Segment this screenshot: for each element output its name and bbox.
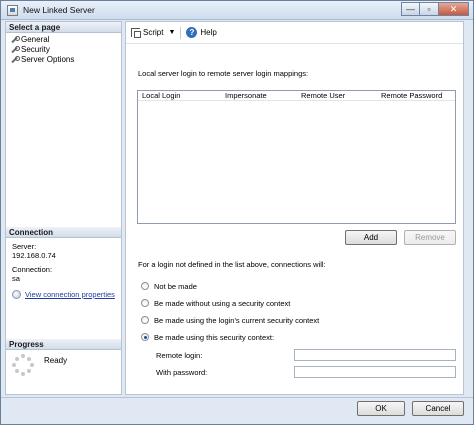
column-header-impersonate[interactable]: Impersonate [221, 91, 297, 100]
wrench-icon [11, 35, 20, 43]
option-label: Not be made [154, 281, 197, 291]
grid-header: Local Login Impersonate Remote User Remo… [138, 91, 455, 101]
radio-button[interactable] [141, 299, 149, 307]
page-list: General Security Server Options [6, 33, 121, 64]
page-item-label: General [21, 34, 50, 44]
maximize-button[interactable]: ▫ [420, 2, 439, 16]
script-label: Script [143, 28, 164, 37]
window-controls: — ▫ ✕ [401, 2, 469, 16]
server-value: 192.168.0.74 [12, 251, 56, 260]
option-not-be-made[interactable]: Not be made [141, 281, 197, 291]
view-connection-label: View connection properties [25, 290, 115, 299]
connection-label: Connection: [12, 265, 53, 274]
wrench-icon [11, 45, 20, 53]
minimize-button[interactable]: — [401, 2, 420, 16]
password-label: With password: [156, 368, 208, 377]
properties-icon [12, 290, 21, 299]
chevron-down-icon[interactable]: ▼ [168, 29, 175, 36]
column-header-remote-password[interactable]: Remote Password [377, 91, 455, 100]
window-title: New Linked Server [23, 5, 95, 15]
footer-divider [1, 397, 473, 398]
help-button[interactable]: ? Help [186, 27, 217, 38]
column-header-local-login[interactable]: Local Login [138, 91, 221, 100]
progress-spinner-icon [12, 354, 34, 376]
remove-button[interactable]: Remove [404, 230, 456, 245]
page-item-label: Server Options [21, 54, 75, 64]
connection-section: Connection Server: 192.168.0.74 Connecti… [6, 227, 121, 299]
left-panel: Select a page General Security Server Op… [5, 21, 122, 395]
remote-login-input[interactable] [294, 349, 456, 361]
page-item-security[interactable]: Security [6, 44, 121, 54]
login-mappings-grid[interactable]: Local Login Impersonate Remote User Remo… [137, 90, 456, 224]
progress-header: Progress [6, 339, 121, 350]
option-label: Be made using this security context: [154, 332, 275, 342]
wrench-icon [11, 55, 20, 63]
option-label: Be made using the login's current securi… [154, 315, 320, 325]
help-label: Help [200, 28, 217, 37]
toolbar-divider [180, 26, 182, 39]
unmapped-login-question: For a login not defined in the list abov… [138, 260, 326, 269]
server-label: Server: [12, 242, 37, 251]
view-connection-properties-link[interactable]: View connection properties [12, 290, 121, 299]
progress-status: Ready [44, 356, 68, 365]
option-label: Be made without using a security context [154, 298, 291, 308]
option-this-security-context[interactable]: Be made using this security context: [141, 332, 274, 342]
title-bar: New Linked Server — ▫ ✕ [1, 1, 473, 20]
add-button[interactable]: Add [345, 230, 397, 245]
script-icon [131, 28, 141, 38]
dialog-footer: OK Cancel [1, 397, 473, 424]
help-icon: ? [186, 27, 198, 38]
close-button[interactable]: ✕ [439, 2, 469, 16]
page-item-server-options[interactable]: Server Options [6, 54, 121, 64]
toolbar: Script ▼ ? Help [126, 22, 463, 44]
page-item-label: Security [21, 44, 50, 54]
option-current-security-context[interactable]: Be made using the login's current securi… [141, 315, 319, 325]
dialog-window: New Linked Server — ▫ ✕ Select a page Ge… [0, 0, 474, 425]
security-page: Script ▼ ? Help Local server login to re… [125, 21, 464, 395]
login-mappings-label: Local server login to remote server logi… [138, 69, 309, 78]
app-icon [7, 5, 18, 16]
script-button[interactable]: Script ▼ [131, 28, 175, 38]
radio-button-selected[interactable] [141, 333, 149, 341]
radio-button[interactable] [141, 282, 149, 290]
cancel-button[interactable]: Cancel [412, 401, 464, 416]
password-input[interactable] [294, 366, 456, 378]
column-header-remote-user[interactable]: Remote User [297, 91, 377, 100]
connection-header: Connection [6, 227, 121, 238]
ok-button[interactable]: OK [357, 401, 405, 416]
select-page-header: Select a page [6, 22, 121, 33]
connection-value: sa [12, 274, 20, 283]
page-item-general[interactable]: General [6, 34, 121, 44]
progress-section: Progress Ready [6, 339, 121, 376]
remote-login-label: Remote login: [156, 351, 203, 360]
radio-button[interactable] [141, 316, 149, 324]
option-without-security-context[interactable]: Be made without using a security context [141, 298, 290, 308]
